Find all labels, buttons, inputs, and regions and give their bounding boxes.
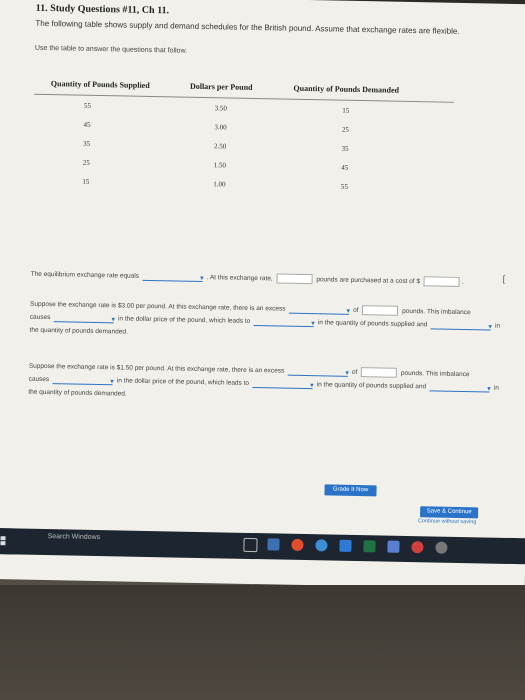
cell-price: 1.50	[213, 160, 226, 169]
q2-text-h: the quantity of pounds demanded.	[29, 326, 128, 336]
task-view-icon[interactable]	[243, 537, 258, 553]
cell-supplied: 15	[82, 177, 90, 186]
cell-supplied: 45	[83, 120, 91, 129]
cell-demanded: 35	[341, 144, 349, 153]
edge-icon[interactable]	[315, 539, 328, 552]
excess-amount-input[interactable]	[362, 305, 399, 317]
cell-price: 3.00	[214, 122, 227, 131]
cell-price: 2.50	[213, 141, 227, 150]
store-icon[interactable]	[339, 539, 352, 552]
chevron-down-icon: ▼	[487, 324, 494, 331]
monitor-screen: 11. Study Questions #11, Ch 11. The foll…	[0, 0, 525, 590]
chevron-down-icon: ▼	[345, 308, 352, 315]
q3-text-d: causes	[28, 375, 50, 384]
cost-input[interactable]	[423, 276, 460, 288]
grade-it-now-button[interactable]: Grade It Now	[324, 484, 377, 497]
cell-demanded: 25	[341, 125, 350, 134]
save-continue-button[interactable]: Save & Continue	[420, 506, 479, 519]
chevron-down-icon: ▼	[344, 370, 351, 377]
price-change-dropdown[interactable]: ▼	[52, 374, 115, 385]
cell-supplied: 55	[83, 101, 91, 110]
q3-text-f: in the quantity of pounds supplied and	[316, 381, 427, 391]
question-equilibrium: The equilibrium exchange rate equals ▼ .…	[31, 268, 501, 290]
cell-price: 1.00	[213, 179, 226, 188]
q3-text-a: Suppose the exchange rate is $1.50 per p…	[28, 362, 285, 375]
chrome-icon[interactable]	[291, 538, 304, 552]
supplied-change-dropdown[interactable]: ▼	[253, 316, 316, 327]
photo-background: 11. Study Questions #11, Ch 11. The foll…	[0, 0, 525, 700]
q1-text-d: .	[461, 278, 464, 287]
cell-demanded: 45	[341, 163, 349, 172]
cell-supplied: 25	[82, 158, 90, 167]
windows-icon	[0, 536, 6, 546]
demanded-change-dropdown[interactable]: ▼	[431, 320, 493, 330]
q2-text-b: of	[353, 306, 359, 315]
explorer-icon[interactable]	[267, 538, 280, 551]
chevron-down-icon: ▼	[110, 317, 117, 324]
cell-demanded: 15	[342, 106, 350, 115]
desk-surface	[0, 585, 525, 700]
settings-icon[interactable]	[435, 541, 448, 554]
excess-type-dropdown[interactable]: ▼	[289, 304, 351, 315]
equilibrium-rate-dropdown[interactable]: ▼	[142, 271, 205, 282]
quantity-input[interactable]	[276, 273, 313, 285]
cell-price: 3.50	[214, 103, 228, 112]
q1-text-c: pounds are purchased at a cost of $	[316, 276, 421, 286]
taskbar: Search Windows	[0, 527, 525, 565]
col-header-demanded: Quantity of Pounds Demanded	[293, 83, 400, 95]
chevron-down-icon: ▼	[198, 275, 205, 282]
q1-text-a: The equilibrium exchange rate equals	[30, 270, 140, 280]
chevron-down-icon: ▼	[310, 320, 317, 327]
page-title: 11. Study Questions #11, Ch 11.	[35, 2, 170, 17]
question-rate-300: Suppose the exchange rate is $3.00 per p…	[29, 298, 510, 346]
app-icon[interactable]	[387, 540, 400, 553]
question-rate-150: Suppose the exchange rate is $1.50 per p…	[28, 360, 509, 408]
supplied-change-dropdown[interactable]: ▼	[252, 378, 315, 389]
q2-text-d: causes	[29, 313, 51, 322]
q3-text-e: in the dollar price of the pound, which …	[116, 377, 250, 387]
excel-icon[interactable]	[363, 540, 376, 553]
chevron-down-icon: ▼	[308, 382, 315, 389]
cell-supplied: 35	[83, 139, 91, 148]
excess-amount-input[interactable]	[361, 367, 398, 379]
demanded-change-dropdown[interactable]: ▼	[429, 382, 492, 392]
instruction-text: Use the table to answer the questions th…	[34, 44, 188, 55]
search-box[interactable]: Search Windows	[48, 533, 101, 541]
start-button[interactable]	[0, 527, 16, 555]
q3-text-c: pounds. This imbalance	[400, 369, 470, 379]
scroll-marker: [	[502, 273, 506, 284]
q3-text-g: in	[493, 384, 499, 392]
close-app-icon[interactable]	[411, 541, 424, 554]
q3-text-h: the quantity of pounds demanded.	[28, 388, 127, 398]
q2-text-g: in	[494, 322, 501, 330]
q2-text-a: Suppose the exchange rate is $3.00 per p…	[29, 300, 286, 313]
price-change-dropdown[interactable]: ▼	[54, 312, 116, 323]
q2-text-c: pounds. This imbalance	[402, 307, 471, 317]
col-header-supplied: Quantity of Pounds Supplied	[50, 79, 150, 90]
continue-without-saving-link[interactable]: Continue without saving	[418, 518, 477, 525]
intro-text: The following table shows supply and dem…	[35, 18, 460, 36]
q2-text-e: in the dollar price of the pound, which …	[117, 315, 251, 325]
cell-demanded: 55	[340, 182, 348, 191]
col-header-price: Dollars per Pound	[189, 81, 253, 92]
q3-text-b: of	[351, 368, 358, 377]
chevron-down-icon: ▼	[485, 386, 493, 393]
q2-text-f: in the quantity of pounds supplied and	[317, 319, 428, 329]
chevron-down-icon: ▼	[108, 379, 116, 386]
excess-type-dropdown[interactable]: ▼	[288, 366, 350, 377]
supply-demand-table: Quantity of Pounds Supplied Dollars per …	[32, 78, 455, 198]
q1-text-b: . At this exchange rate,	[206, 274, 273, 283]
